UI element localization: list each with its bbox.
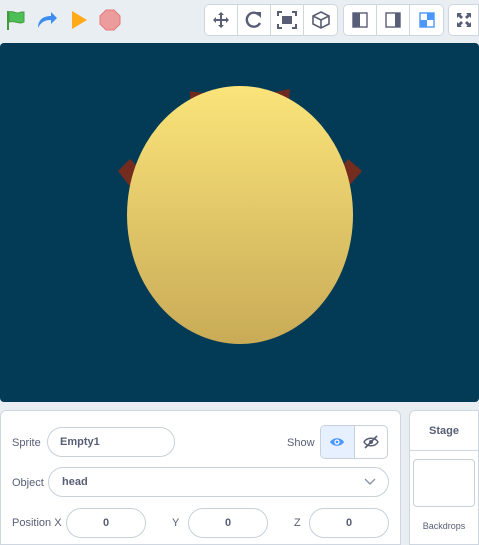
position-x-value: 0 (102, 517, 110, 529)
stage-selector-panel[interactable]: Stage Backdrops (409, 410, 479, 545)
layout-controls (343, 4, 444, 36)
stage-title: Stage (410, 411, 478, 451)
sprite-name-field[interactable]: Empty1 (47, 427, 175, 457)
position-y-value: 0 (224, 517, 232, 529)
small-stage-icon[interactable] (344, 5, 377, 35)
fit-view-icon[interactable] (271, 5, 304, 35)
rotate-icon[interactable] (238, 5, 271, 35)
green-flag-icon[interactable] (4, 4, 28, 36)
scene-render (118, 86, 362, 344)
split-icon[interactable] (410, 5, 443, 35)
show-eye-icon[interactable] (321, 426, 355, 458)
fullscreen-control (448, 4, 479, 36)
view-controls (204, 4, 338, 36)
object-select[interactable]: head (48, 467, 389, 497)
toolbar (0, 0, 479, 41)
hide-eye-icon[interactable] (355, 426, 387, 458)
fullscreen-icon[interactable] (449, 5, 478, 35)
position-z-input[interactable]: 0 (309, 508, 389, 538)
object-label: Object (12, 477, 44, 489)
object-select-value: head (62, 476, 88, 488)
position-z-value: 0 (345, 517, 353, 529)
chevron-down-icon (364, 478, 376, 485)
backdrops-label: Backdrops (422, 521, 466, 531)
sprite-name-value: Empty1 (60, 436, 100, 448)
head-model[interactable] (127, 86, 353, 344)
position-y-label: Y (172, 517, 180, 529)
visibility-toggle (320, 425, 388, 459)
large-stage-icon[interactable] (377, 5, 410, 35)
position-z-label: Z (294, 517, 301, 529)
sprite-label: Sprite (12, 437, 41, 449)
stage-canvas[interactable] (0, 43, 479, 402)
position-y-input[interactable]: 0 (188, 508, 268, 538)
position-x-label: Position X (12, 517, 62, 529)
move-icon[interactable] (205, 5, 238, 35)
position-x-input[interactable]: 0 (66, 508, 146, 538)
sprite-info-panel: Sprite Empty1 Show Object head Position … (0, 410, 401, 545)
run-icon[interactable] (67, 4, 91, 36)
backdrop-thumbnail[interactable] (413, 459, 475, 507)
cube-icon[interactable] (304, 5, 337, 35)
show-label: Show (287, 437, 315, 449)
stop-icon[interactable] (98, 4, 122, 36)
restart-icon[interactable] (34, 4, 60, 36)
